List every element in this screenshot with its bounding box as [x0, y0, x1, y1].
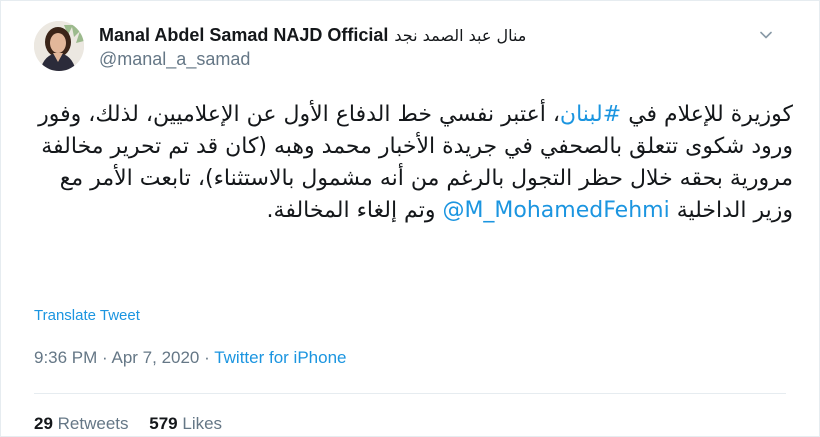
tweet-card: Manal Abdel Samad NAJD Official منال عبد…: [0, 0, 820, 437]
tweet-date[interactable]: Apr 7, 2020: [111, 348, 199, 367]
tweet-text: كوزيرة للإعلام في #لبنان، أعتبر نفسي خط …: [29, 99, 793, 227]
tweet-source-link[interactable]: Twitter for iPhone: [214, 348, 346, 367]
author-name-ar[interactable]: منال عبد الصمد نجد: [394, 26, 526, 45]
retweets-label: Retweets: [57, 414, 129, 433]
tweet-meta: 9:36 PM · Apr 7, 2020 · Twitter for iPho…: [34, 348, 346, 368]
chevron-down-icon[interactable]: [758, 27, 774, 43]
tweet-text-part1: كوزيرة للإعلام في: [621, 102, 793, 127]
retweets-count: 29: [34, 414, 53, 433]
avatar[interactable]: [34, 21, 84, 71]
likes-count: 579: [149, 414, 178, 433]
author-handle[interactable]: @manal_a_samad: [99, 49, 250, 70]
profile-photo-icon: [34, 21, 84, 71]
tweet-stats: 29 Retweets 579 Likes: [34, 414, 238, 434]
author-name[interactable]: Manal Abdel Samad NAJD Official منال عبد…: [99, 23, 526, 47]
translate-tweet-link[interactable]: Translate Tweet: [34, 307, 140, 324]
likes-stat[interactable]: 579 Likes: [149, 414, 222, 433]
meta-separator: ·: [97, 348, 112, 367]
hashtag-link[interactable]: #لبنان: [560, 102, 621, 127]
divider: [34, 393, 786, 394]
meta-separator: ·: [199, 348, 215, 367]
mention-link[interactable]: @M_MohamedFehmi: [442, 198, 669, 223]
tweet-text-part3: وتم إلغاء المخالفة.: [266, 198, 443, 223]
retweets-stat[interactable]: 29 Retweets: [34, 414, 129, 433]
tweet-time[interactable]: 9:36 PM: [34, 348, 97, 367]
author-name-en[interactable]: Manal Abdel Samad NAJD Official: [99, 25, 388, 46]
likes-label: Likes: [182, 414, 223, 433]
